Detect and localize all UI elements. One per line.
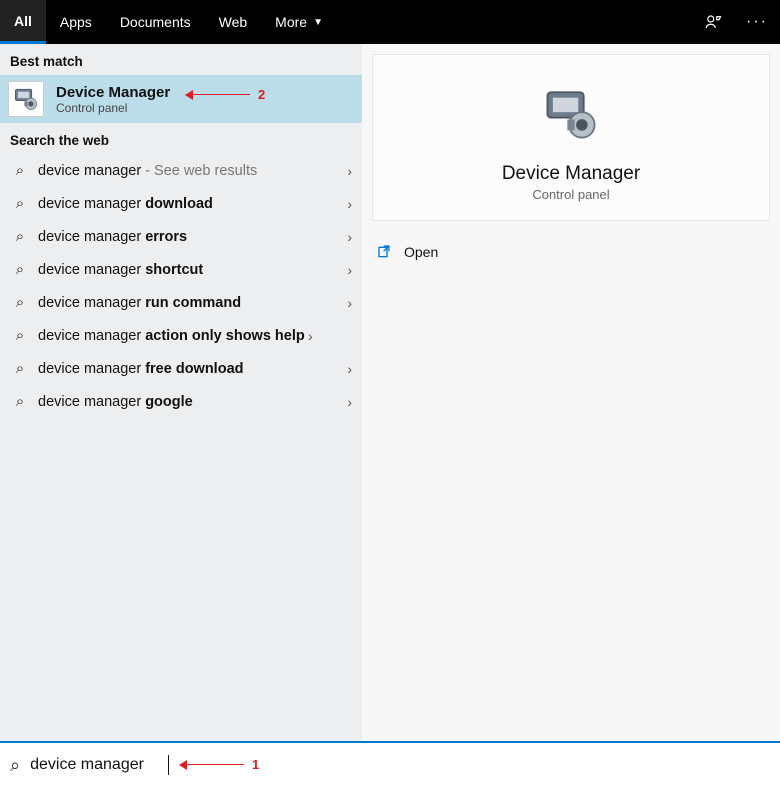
preview-panel: Device Manager Control panel Open [362, 44, 780, 741]
web-results-list: ⌕ device manager - See web results › ⌕ d… [0, 154, 362, 418]
preview-title: Device Manager [502, 163, 640, 185]
search-tabs: All Apps Documents Web More▼ ··· [0, 0, 780, 44]
best-match-subtitle: Control panel [56, 101, 170, 115]
web-result[interactable]: ⌕ device manager errors › [0, 220, 362, 253]
search-icon: ⌕ [10, 755, 20, 776]
search-icon: ⌕ [10, 195, 30, 212]
preview-card: Device Manager Control panel [372, 54, 770, 221]
web-result[interactable]: ⌕ device manager run command › [0, 286, 362, 319]
chevron-right-icon: › [347, 262, 352, 278]
device-manager-icon [8, 81, 44, 117]
best-match-title: Device Manager [56, 84, 170, 101]
tab-apps[interactable]: Apps [46, 0, 106, 44]
web-result[interactable]: ⌕ device manager action only shows help … [0, 319, 362, 352]
tab-web[interactable]: Web [205, 0, 262, 44]
search-icon: ⌕ [10, 228, 30, 245]
open-action[interactable]: Open [372, 237, 770, 267]
tab-all[interactable]: All [0, 0, 46, 44]
best-match-header: Best match [0, 44, 362, 75]
web-result[interactable]: ⌕ device manager download › [0, 187, 362, 220]
chevron-right-icon: › [347, 394, 352, 410]
tab-documents[interactable]: Documents [106, 0, 205, 44]
chevron-right-icon: › [308, 328, 313, 344]
search-icon: ⌕ [10, 327, 30, 344]
search-input[interactable] [30, 756, 170, 774]
open-label: Open [404, 244, 438, 260]
search-icon: ⌕ [10, 162, 30, 179]
open-icon [376, 243, 394, 261]
search-icon: ⌕ [10, 294, 30, 311]
search-icon: ⌕ [10, 393, 30, 410]
annotation-arrow-1: 1 [180, 757, 259, 772]
chevron-right-icon: › [347, 196, 352, 212]
chevron-down-icon: ▼ [313, 17, 323, 28]
tab-more[interactable]: More▼ [261, 0, 337, 44]
web-result[interactable]: ⌕ device manager shortcut › [0, 253, 362, 286]
search-icon: ⌕ [10, 261, 30, 278]
web-result[interactable]: ⌕ device manager - See web results › [0, 154, 362, 187]
text-cursor [168, 755, 169, 775]
annotation-arrow-2: 2 [186, 87, 265, 102]
search-web-header: Search the web [0, 123, 362, 154]
chevron-right-icon: › [347, 163, 352, 179]
results-panel: Best match Device Manager Control panel … [0, 44, 362, 741]
search-icon: ⌕ [10, 360, 30, 377]
web-result[interactable]: ⌕ device manager google › [0, 385, 362, 418]
best-match-result[interactable]: Device Manager Control panel 2 [0, 75, 362, 123]
web-result[interactable]: ⌕ device manager free download › [0, 352, 362, 385]
chevron-right-icon: › [347, 295, 352, 311]
chevron-right-icon: › [347, 229, 352, 245]
feedback-icon[interactable] [692, 0, 734, 44]
more-options-icon[interactable]: ··· [734, 0, 780, 44]
device-manager-large-icon [540, 83, 602, 145]
preview-subtitle: Control panel [532, 187, 609, 202]
search-bar[interactable]: ⌕ 1 [0, 741, 780, 787]
chevron-right-icon: › [347, 361, 352, 377]
